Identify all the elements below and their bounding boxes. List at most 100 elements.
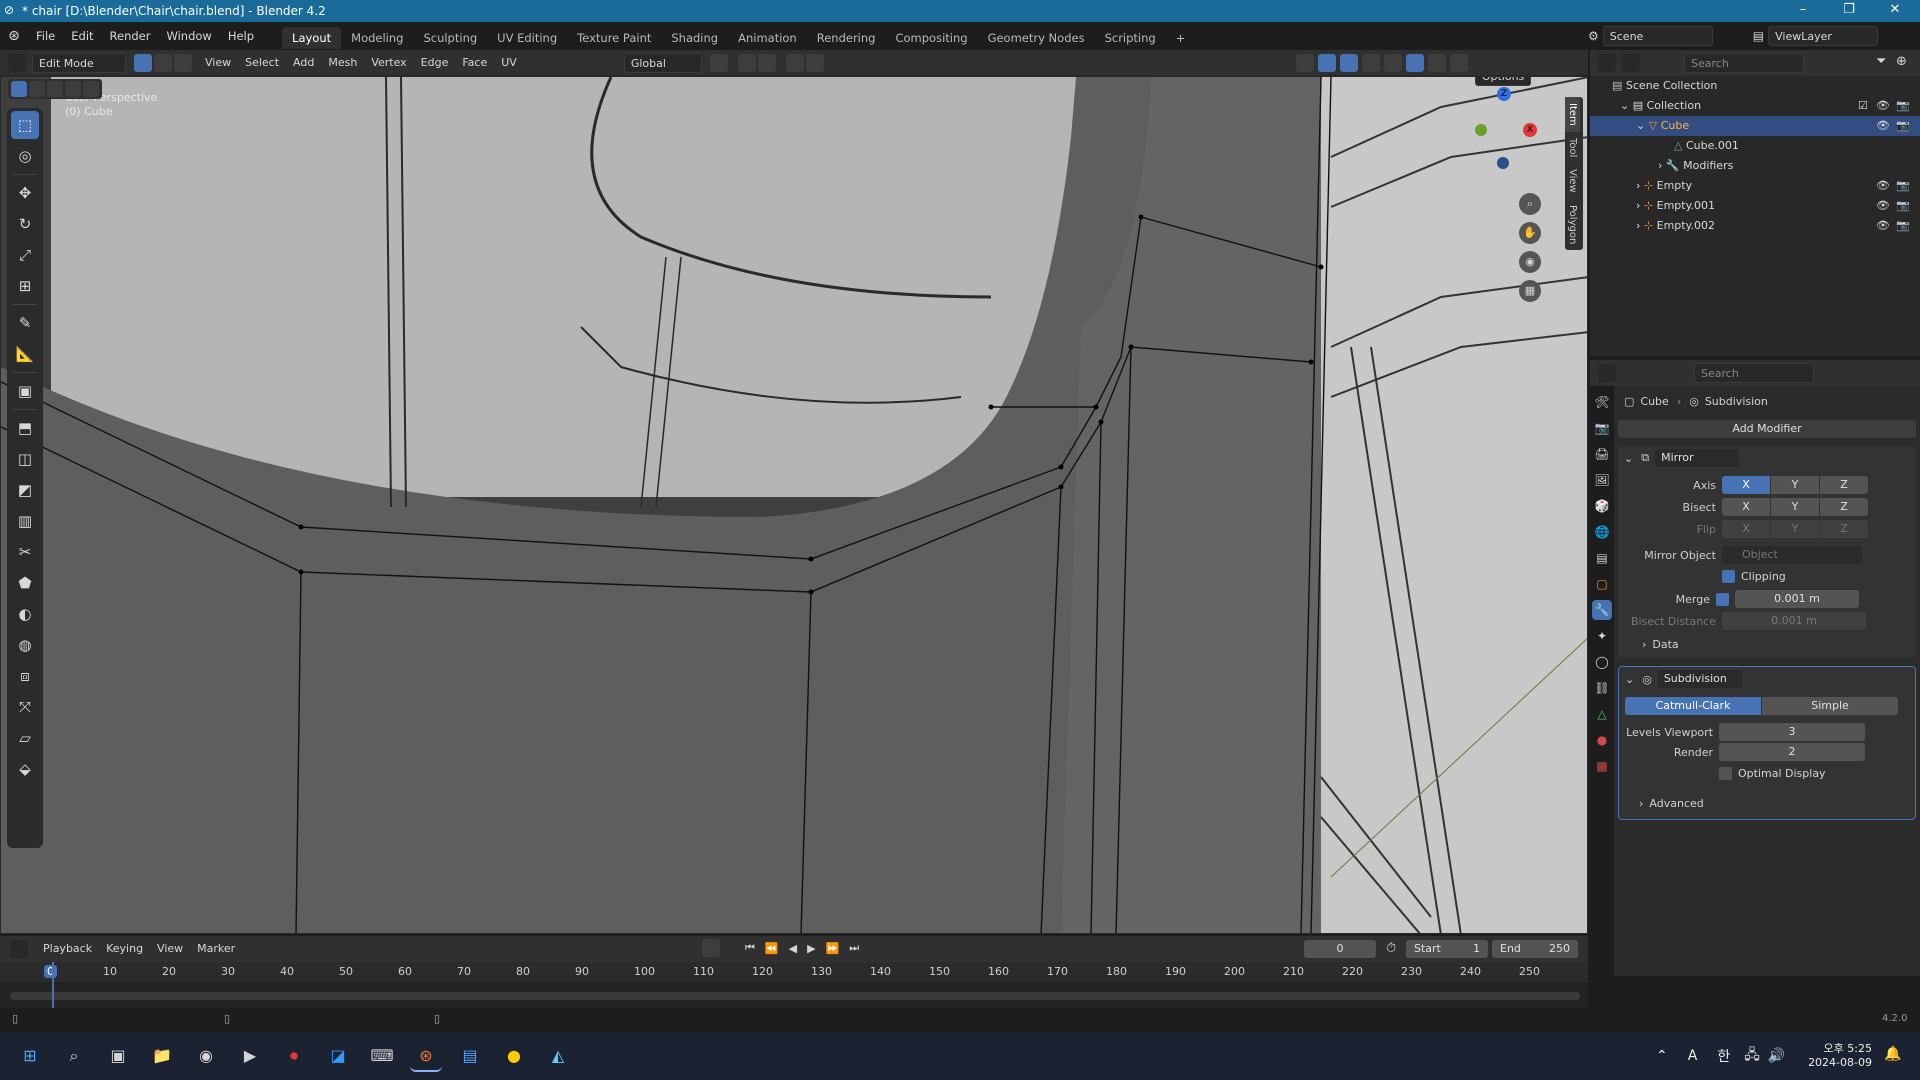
filter-icon[interactable]: ⏷ <box>1876 54 1886 69</box>
gizmo-toggle-icon[interactable] <box>1318 54 1336 72</box>
render-camera-icon[interactable]: 📷 <box>1896 176 1910 196</box>
bisect-axis-x[interactable]: X <box>1722 498 1770 516</box>
inset-tool-icon[interactable]: ◫ <box>11 445 39 473</box>
shear-tool-icon[interactable]: ▱ <box>11 724 39 752</box>
collection-tab-icon[interactable]: ▤ <box>1592 548 1612 568</box>
render-camera-icon[interactable]: 📷 <box>1896 196 1910 216</box>
rendered-shading-icon[interactable] <box>1450 54 1468 72</box>
simple-button[interactable]: Simple <box>1762 697 1898 715</box>
falloff-icon[interactable] <box>805 53 824 72</box>
smooth-tool-icon[interactable]: ◍ <box>11 631 39 659</box>
expand-chevron-icon[interactable]: ⌄ <box>1620 99 1629 112</box>
menu-uv[interactable]: UV <box>494 50 524 76</box>
object-tab-icon[interactable]: ▢ <box>1592 574 1612 594</box>
menu-view[interactable]: View <box>198 50 238 76</box>
network-icon[interactable]: 🖧 <box>1744 1044 1760 1068</box>
clock-icon[interactable]: ⏱ <box>1386 941 1396 956</box>
clipping-checkbox[interactable] <box>1722 570 1735 583</box>
expand-chevron-icon[interactable]: › <box>1636 219 1640 232</box>
ime-korean[interactable]: 한 <box>1717 1046 1730 1066</box>
blender-taskbar-icon[interactable]: ⊛ <box>410 1040 442 1072</box>
tab-shading[interactable]: Shading <box>661 27 728 49</box>
ime-mode[interactable]: A <box>1688 1048 1698 1064</box>
shrink-fatten-tool-icon[interactable]: ⤧ <box>11 693 39 721</box>
material-tab-icon[interactable]: ● <box>1592 730 1612 750</box>
transform-orientation-selector[interactable]: Global <box>623 52 702 73</box>
start-frame-field[interactable]: Start 1 <box>1406 940 1488 958</box>
mirror-y-toggle[interactable]: Y <box>1430 77 1436 82</box>
search-icon[interactable]: ⌕ <box>58 1040 90 1072</box>
properties-editor-icon[interactable] <box>1598 364 1616 382</box>
tab-uv-editing[interactable]: UV Editing <box>487 27 567 49</box>
current-frame-field[interactable]: 0 <box>1304 940 1376 958</box>
measure-tool-icon[interactable]: 📐 <box>11 340 39 368</box>
loop-cut-tool-icon[interactable]: ▥ <box>11 507 39 535</box>
visibility-eye-icon[interactable]: 👁 <box>1876 216 1890 236</box>
playhead[interactable] <box>52 962 54 1008</box>
paint-icon[interactable]: ◭ <box>542 1040 574 1072</box>
viewlayer-selector[interactable]: ViewLayer <box>1768 26 1879 46</box>
kakaotalk-icon[interactable]: ● <box>498 1040 530 1072</box>
expand-chevron-icon[interactable]: › <box>1636 199 1640 212</box>
chevron-down-icon[interactable]: ⌄ <box>1625 673 1634 686</box>
pan-hand-icon[interactable]: ✋ <box>1519 222 1541 244</box>
tray-chevron-icon[interactable]: ⌃ <box>1656 1048 1668 1064</box>
annotate-tool-icon[interactable]: ✎ <box>11 309 39 337</box>
timeline-ruler[interactable]: 0 10 20 30 40 50 60 70 80 90 100 110 120 130 140 150 160… <box>0 962 1588 982</box>
select-box-tool-icon[interactable]: ⬚ <box>11 111 39 139</box>
bisect-axis-y[interactable]: Y <box>1771 498 1819 516</box>
solid-shading-icon[interactable] <box>1406 54 1424 72</box>
display-mode-icon[interactable] <box>1622 54 1640 72</box>
sidebar-tab-item[interactable]: Item <box>1565 97 1580 132</box>
menu-file[interactable]: File <box>28 22 63 50</box>
outliner-editor-icon[interactable] <box>1598 54 1616 72</box>
render-tab-icon[interactable]: 📷 <box>1592 418 1612 438</box>
menu-face[interactable]: Face <box>455 50 494 76</box>
chevron-right-icon[interactable]: › <box>1639 797 1643 810</box>
scene-tab-icon[interactable]: 🎲 <box>1592 496 1612 516</box>
output-tab-icon[interactable]: 🖨 <box>1592 444 1612 464</box>
visibility-eye-icon[interactable]: 👁 <box>1876 176 1890 196</box>
media-player-icon[interactable]: ▶ <box>234 1040 266 1072</box>
outliner-search-input[interactable]: Search <box>1684 53 1804 73</box>
chevron-right-icon[interactable]: › <box>1642 638 1646 651</box>
select-subtract-icon[interactable] <box>47 81 63 97</box>
outliner-item-empty[interactable]: › ⊹ Empty 👁 📷 <box>1590 176 1920 196</box>
tab-compositing[interactable]: Compositing <box>885 27 977 49</box>
play-icon[interactable]: ▶ <box>807 942 815 955</box>
expand-chevron-icon[interactable]: ⌄ <box>1636 119 1645 132</box>
recorder-icon[interactable]: ⏺ <box>278 1040 310 1072</box>
data-tab-icon[interactable]: △ <box>1592 704 1612 724</box>
outliner-scene-collection[interactable]: ▤ Scene Collection <box>1590 76 1920 96</box>
timeline-area[interactable]: 0 10 20 30 40 50 60 70 80 90 100 110 120 130 140 150 160… <box>0 962 1588 1008</box>
rotate-tool-icon[interactable]: ↻ <box>11 210 39 238</box>
ortho-grid-icon[interactable]: ▦ <box>1519 280 1541 302</box>
tab-modeling[interactable]: Modeling <box>341 27 413 49</box>
timeline-editor-icon[interactable] <box>10 940 28 958</box>
visibility-eye-icon[interactable]: 👁 <box>1876 116 1890 136</box>
menu-marker[interactable]: Marker <box>190 936 242 962</box>
menu-select[interactable]: Select <box>238 50 286 76</box>
bevel-tool-icon[interactable]: ◩ <box>11 476 39 504</box>
jump-end-icon[interactable]: ⏭ <box>849 941 859 955</box>
file-explorer-icon[interactable]: 📁 <box>146 1040 178 1072</box>
jump-start-icon[interactable]: ⏮ <box>745 941 755 955</box>
select-new-icon[interactable] <box>11 81 27 97</box>
sidebar-tab-tool[interactable]: Tool <box>1565 132 1580 163</box>
jump-keyframe-back-icon[interactable]: ⏪ <box>765 942 779 955</box>
knife-tool-icon[interactable]: ✂ <box>11 538 39 566</box>
menu-vertex[interactable]: Vertex <box>364 50 413 76</box>
tab-rendering[interactable]: Rendering <box>807 27 886 49</box>
scene-selector[interactable]: Scene <box>1602 26 1713 46</box>
select-intersect-icon[interactable] <box>83 81 99 97</box>
outliner-item-cube[interactable]: ⌄ ▽ Cube 👁 📷 <box>1590 116 1920 136</box>
expand-chevron-icon[interactable]: › <box>1636 179 1640 192</box>
constraints-tab-icon[interactable]: ⛓ <box>1592 678 1612 698</box>
particles-tab-icon[interactable]: ✦ <box>1592 626 1612 646</box>
snap-target-icon[interactable] <box>757 53 776 72</box>
new-collection-icon[interactable]: ⊕ <box>1896 54 1907 69</box>
catmull-clark-button[interactable]: Catmull-Clark <box>1625 697 1761 715</box>
visibility-eye-icon[interactable]: 👁 <box>1876 196 1890 216</box>
exclude-checkbox[interactable]: ☑ <box>1858 96 1868 116</box>
close-button[interactable]: ✕ <box>1872 0 1918 22</box>
